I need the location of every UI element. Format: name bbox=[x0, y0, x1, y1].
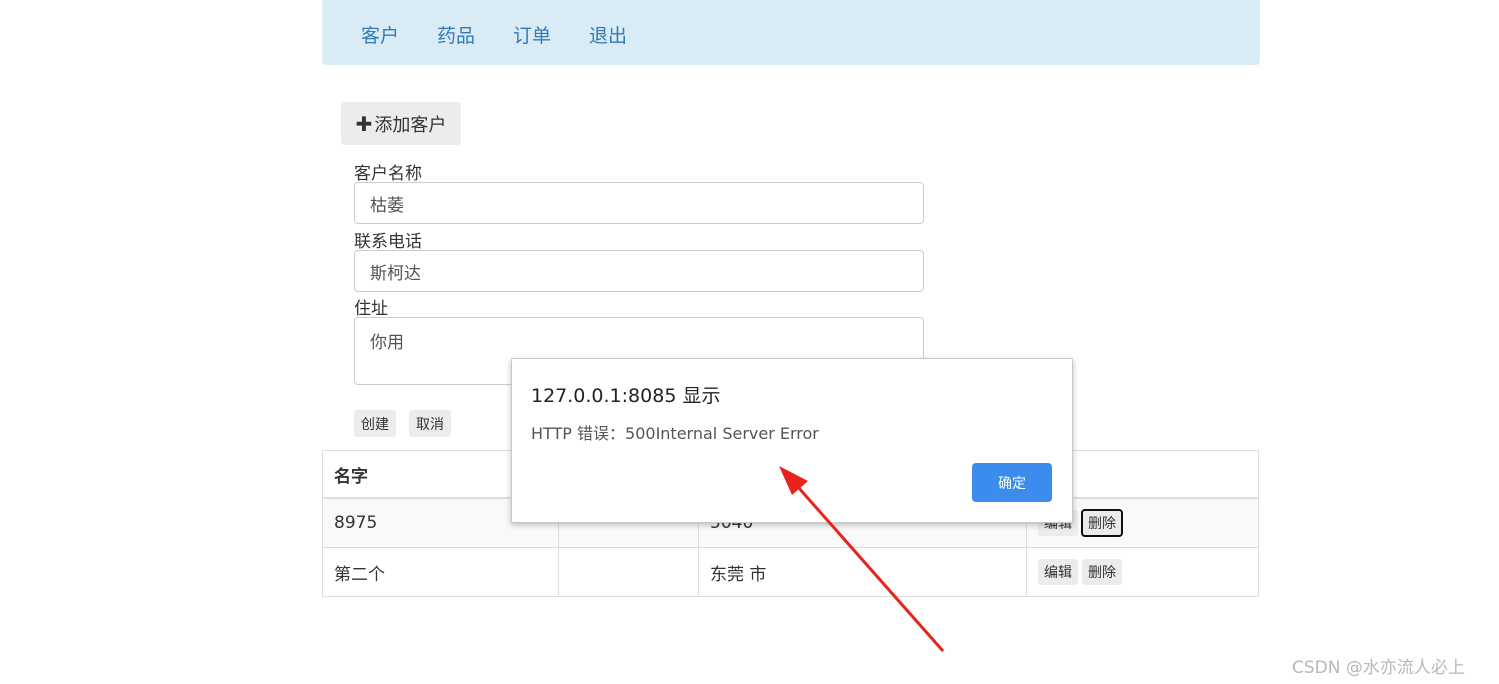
watermark: CSDN @水亦流人必上 bbox=[1292, 658, 1465, 678]
arrow-head bbox=[779, 466, 808, 495]
arrow-shaft bbox=[796, 486, 945, 652]
annotation-arrow-icon bbox=[779, 466, 945, 652]
